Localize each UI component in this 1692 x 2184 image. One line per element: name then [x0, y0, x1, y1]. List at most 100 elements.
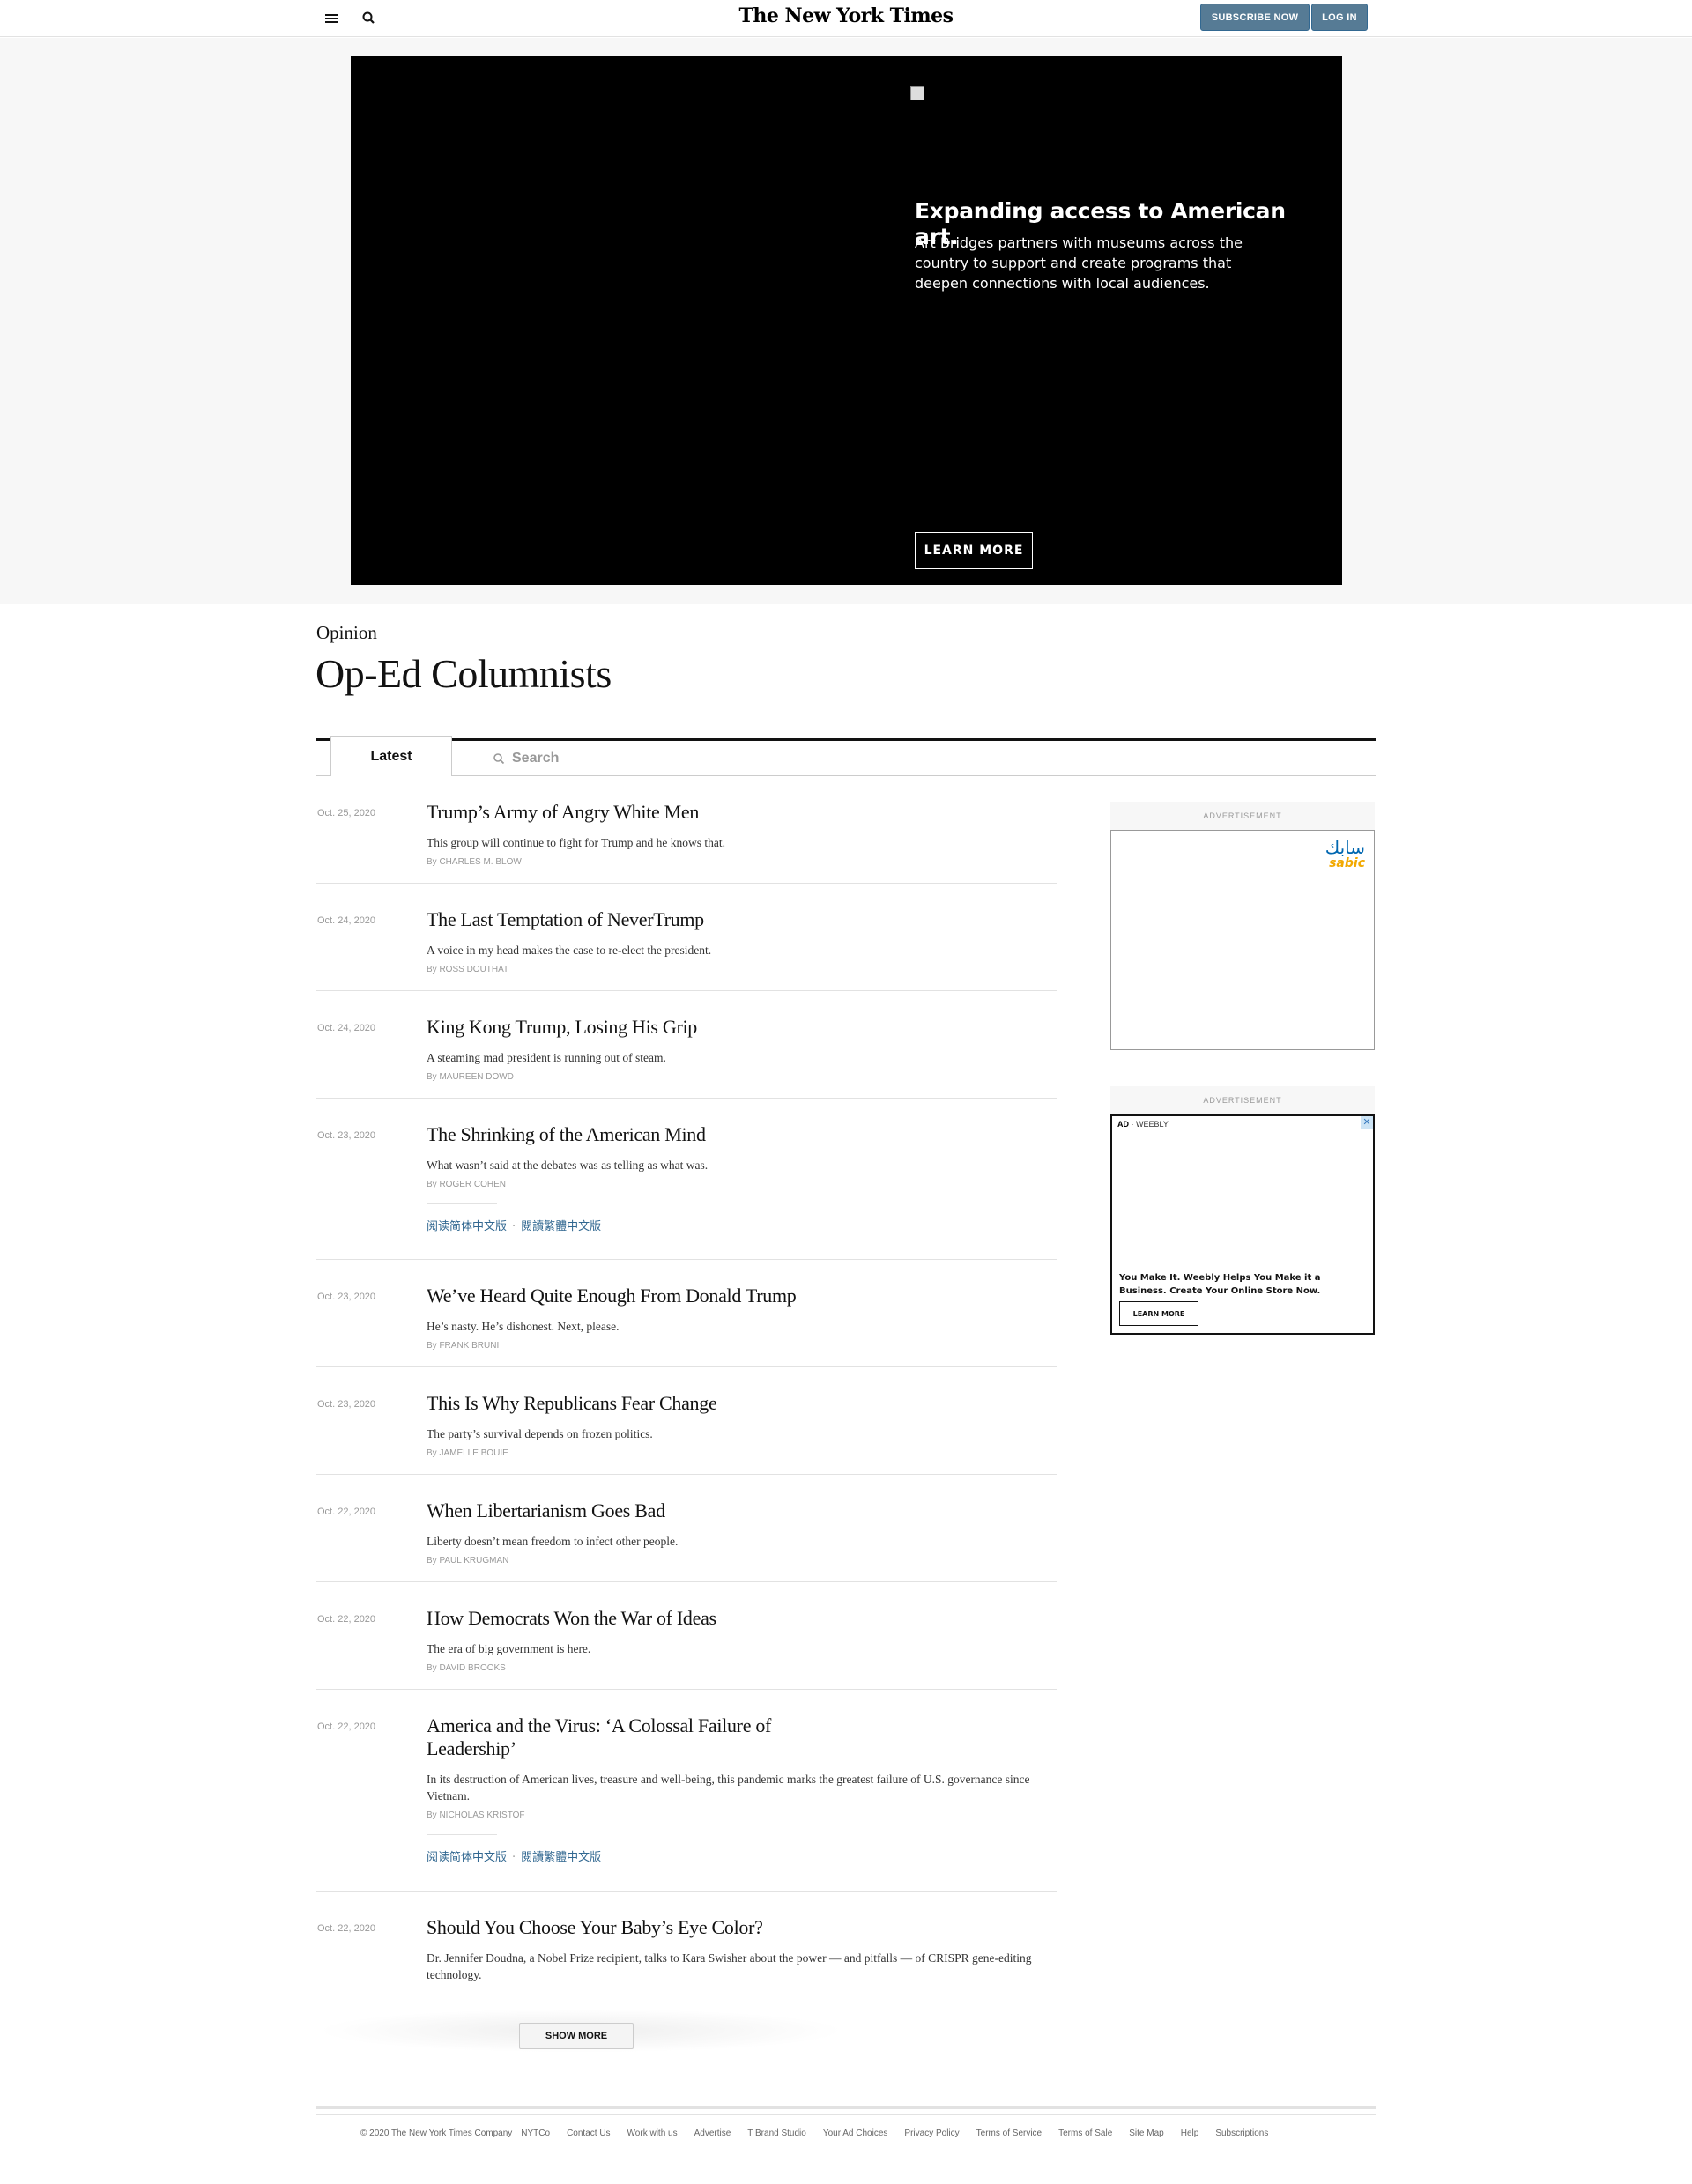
article-summary: Dr. Jennifer Doudna, a Nobel Prize recip…	[427, 1951, 1032, 1981]
stream-search[interactable]	[493, 743, 845, 774]
section-kicker[interactable]: Opinion	[316, 622, 377, 644]
author-name[interactable]: JAMELLE BOUIE	[439, 1448, 508, 1458]
article-date: Oct. 24, 2020	[317, 915, 376, 926]
footer-link-nytco[interactable]: NYTCo	[521, 2128, 550, 2138]
sabic-ad-box[interactable]: سابك sabic	[1110, 830, 1375, 1050]
article-date: Oct. 22, 2020	[317, 1507, 376, 1517]
footer-divider	[316, 2114, 1376, 2115]
article-headline[interactable]: This Is Why Republicans Fear Change	[427, 1392, 1043, 1415]
search-icon[interactable]	[360, 9, 379, 26]
article-headline[interactable]: The Last Temptation of NeverTrump	[427, 908, 1043, 931]
footer-link-tbrand[interactable]: T Brand Studio	[747, 2128, 806, 2138]
article-item: Oct. 24, 2020 King Kong Trump, Losing Hi…	[316, 991, 1058, 1099]
article-byline: By CHARLES M. BLOW	[427, 857, 522, 867]
article-headline[interactable]: We’ve Heard Quite Enough From Donald Tru…	[427, 1284, 1043, 1307]
author-name[interactable]: ROSS DOUTHAT	[439, 965, 508, 974]
footer-link-sitemap[interactable]: Site Map	[1129, 2128, 1163, 2138]
article-summary: He’s nasty. He’s dishonest. Next, please…	[427, 1320, 620, 1333]
translation-links: 阅读简体中文版 · 閱讀繁體中文版	[427, 1834, 601, 1864]
article-date: Oct. 24, 2020	[317, 1023, 376, 1033]
article-item: Oct. 22, 2020 America and the Virus: ‘A …	[316, 1690, 1058, 1892]
nyt-logo[interactable]: The New York Times	[670, 4, 1022, 31]
footer: © 2020 The New York Times Company NYTCo …	[360, 2128, 1285, 2138]
ad-chip: AD · WEEBLY	[1117, 1120, 1169, 1129]
article-byline: By PAUL KRUGMAN	[427, 1556, 509, 1566]
weebly-ad-text: You Make It. Weebly Helps You Make it a …	[1119, 1273, 1321, 1296]
broken-image-icon	[910, 86, 924, 100]
traditional-chinese-link[interactable]: 閱讀繁體中文版	[521, 1220, 601, 1233]
article-headline[interactable]: America and the Virus: ‘A Colossal Failu…	[427, 1714, 823, 1760]
close-icon[interactable]: ✕	[1361, 1116, 1373, 1129]
sidebar-ad-sabic: ADVERTISEMENT سابك sabic	[1110, 802, 1375, 1050]
author-name[interactable]: NICHOLAS KRISTOF	[439, 1810, 524, 1820]
article-summary: This group will continue to fight for Tr…	[427, 836, 725, 849]
author-name[interactable]: CHARLES M. BLOW	[439, 857, 521, 867]
article-date: Oct. 23, 2020	[317, 1399, 376, 1410]
article-headline[interactable]: Trump’s Army of Angry White Men	[427, 801, 1043, 824]
article-item: Oct. 23, 2020 We’ve Heard Quite Enough F…	[316, 1260, 1058, 1367]
footer-link-contact[interactable]: Contact Us	[567, 2128, 610, 2138]
show-more-area: SHOW MORE	[316, 2009, 845, 2053]
article-headline[interactable]: Should You Choose Your Baby’s Eye Color?	[427, 1916, 1043, 1939]
simplified-chinese-link[interactable]: 阅读简体中文版	[427, 1851, 507, 1864]
footer-link-terms-service[interactable]: Terms of Service	[976, 2128, 1042, 2138]
sidebar-ad-weebly: ADVERTISEMENT AD · WEEBLY ✕ You Make It.…	[1110, 1086, 1375, 1335]
article-date: Oct. 22, 2020	[317, 1923, 376, 1934]
article-summary: In its destruction of American lives, tr…	[427, 1773, 1030, 1803]
author-name[interactable]: MAUREEN DOWD	[439, 1072, 513, 1082]
hero-advertisement[interactable]: Expanding access to American art. Art Br…	[351, 56, 1342, 585]
footer-link-subscriptions[interactable]: Subscriptions	[1215, 2128, 1268, 2138]
article-summary: Liberty doesn’t mean freedom to infect o…	[427, 1535, 679, 1548]
article-byline: By ROGER COHEN	[427, 1180, 507, 1189]
sabic-logo: سابك sabic	[1325, 837, 1365, 870]
article-date: Oct. 22, 2020	[317, 1721, 376, 1732]
article-summary: What wasn’t said at the debates was as t…	[427, 1159, 709, 1172]
show-more-button[interactable]: SHOW MORE	[519, 2023, 634, 2049]
footer-link-advertise[interactable]: Advertise	[694, 2128, 731, 2138]
advertisement-label: ADVERTISEMENT	[1110, 802, 1375, 830]
article-byline: By JAMELLE BOUIE	[427, 1448, 508, 1458]
article-date: Oct. 23, 2020	[317, 1292, 376, 1302]
article-item: Oct. 23, 2020 This Is Why Republicans Fe…	[316, 1367, 1058, 1475]
top-ad-band: Expanding access to American art. Art Br…	[0, 38, 1692, 604]
tab-latest[interactable]: Latest	[330, 736, 452, 776]
article-item: Oct. 22, 2020 When Libertarianism Goes B…	[316, 1475, 1058, 1582]
log-in-button[interactable]: LOG IN	[1311, 4, 1368, 31]
weebly-ad-box[interactable]: AD · WEEBLY ✕ You Make It. Weebly Helps …	[1110, 1114, 1375, 1335]
article-headline[interactable]: King Kong Trump, Losing His Grip	[427, 1016, 1043, 1039]
traditional-chinese-link[interactable]: 閱讀繁體中文版	[521, 1851, 601, 1864]
page-title: Op-Ed Columnists	[315, 651, 612, 696]
article-stream: Oct. 25, 2020 Trump’s Army of Angry Whit…	[316, 776, 1058, 2006]
article-date: Oct. 23, 2020	[317, 1130, 376, 1141]
footer-link-work[interactable]: Work with us	[627, 2128, 678, 2138]
article-date: Oct. 22, 2020	[317, 1614, 376, 1625]
search-input[interactable]	[512, 751, 776, 766]
weebly-learn-more-button[interactable]: LEARN MORE	[1119, 1301, 1198, 1326]
ad-body-text: Art Bridges partners with museums across…	[915, 234, 1243, 292]
masthead: The New York Times SUBSCRIBE NOW LOG IN	[0, 0, 1692, 37]
hamburger-menu-icon[interactable]	[323, 9, 342, 26]
search-icon	[494, 753, 505, 765]
author-name[interactable]: DAVID BROOKS	[439, 1663, 505, 1673]
article-summary: A steaming mad president is running out …	[427, 1051, 666, 1064]
footer-link-adchoices[interactable]: Your Ad Choices	[823, 2128, 888, 2138]
author-name[interactable]: PAUL KRUGMAN	[439, 1556, 508, 1566]
article-headline[interactable]: How Democrats Won the War of Ideas	[427, 1607, 1043, 1630]
article-byline: By ROSS DOUTHAT	[427, 965, 509, 974]
article-byline: By DAVID BROOKS	[427, 1663, 506, 1673]
article-byline: By FRANK BRUNI	[427, 1341, 500, 1351]
footer-link-privacy[interactable]: Privacy Policy	[904, 2128, 959, 2138]
author-name[interactable]: FRANK BRUNI	[439, 1341, 499, 1351]
article-summary: A voice in my head makes the case to re-…	[427, 944, 712, 957]
subscribe-now-button[interactable]: SUBSCRIBE NOW	[1200, 4, 1310, 31]
footer-link-help[interactable]: Help	[1181, 2128, 1199, 2138]
article-item: Oct. 23, 2020 The Shrinking of the Ameri…	[316, 1099, 1058, 1260]
article-headline[interactable]: When Libertarianism Goes Bad	[427, 1499, 1043, 1522]
author-name[interactable]: ROGER COHEN	[439, 1180, 506, 1189]
translation-links: 阅读简体中文版 · 閱讀繁體中文版	[427, 1203, 601, 1233]
article-headline[interactable]: The Shrinking of the American Mind	[427, 1123, 1043, 1146]
article-summary: The party’s survival depends on frozen p…	[427, 1427, 653, 1440]
ad-learn-more-button[interactable]: LEARN MORE	[915, 532, 1033, 569]
footer-link-terms-sale[interactable]: Terms of Sale	[1058, 2128, 1112, 2138]
simplified-chinese-link[interactable]: 阅读简体中文版	[427, 1220, 507, 1233]
